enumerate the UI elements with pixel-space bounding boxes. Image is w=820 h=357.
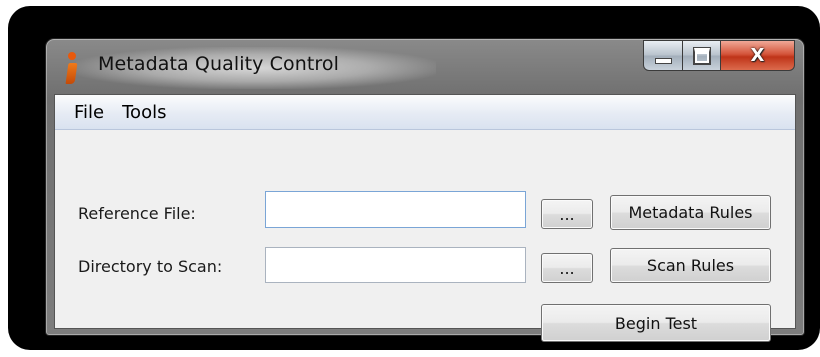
caption-buttons: X	[643, 40, 795, 72]
browse-directory-button[interactable]: ...	[541, 253, 593, 283]
close-icon: X	[750, 44, 765, 66]
metadata-rules-button[interactable]: Metadata Rules	[610, 195, 771, 230]
app-window: Metadata Quality Control X File Tools Re…	[45, 38, 805, 342]
reference-file-input[interactable]	[265, 191, 526, 228]
maximize-icon	[692, 46, 711, 65]
close-button[interactable]: X	[721, 40, 795, 71]
scan-rules-button[interactable]: Scan Rules	[610, 248, 771, 283]
reference-file-label: Reference File:	[78, 204, 196, 223]
menu-file[interactable]: File	[65, 102, 113, 123]
minimize-icon	[654, 57, 672, 64]
browse-reference-button[interactable]: ...	[541, 199, 593, 229]
menu-tools[interactable]: Tools	[113, 102, 175, 123]
directory-input[interactable]	[265, 247, 526, 283]
client-area: File Tools Reference File: ... Metadata …	[54, 94, 796, 342]
menu-bar: File Tools	[55, 95, 795, 130]
minimize-button[interactable]	[643, 40, 683, 71]
maximize-button[interactable]	[683, 40, 721, 71]
directory-to-scan-label: Directory to Scan:	[78, 257, 223, 276]
begin-test-button[interactable]: Begin Test	[541, 304, 771, 342]
app-icon[interactable]	[65, 52, 78, 86]
window-title: Metadata Quality Control	[98, 53, 340, 75]
title-bar[interactable]: Metadata Quality Control X	[46, 39, 804, 93]
